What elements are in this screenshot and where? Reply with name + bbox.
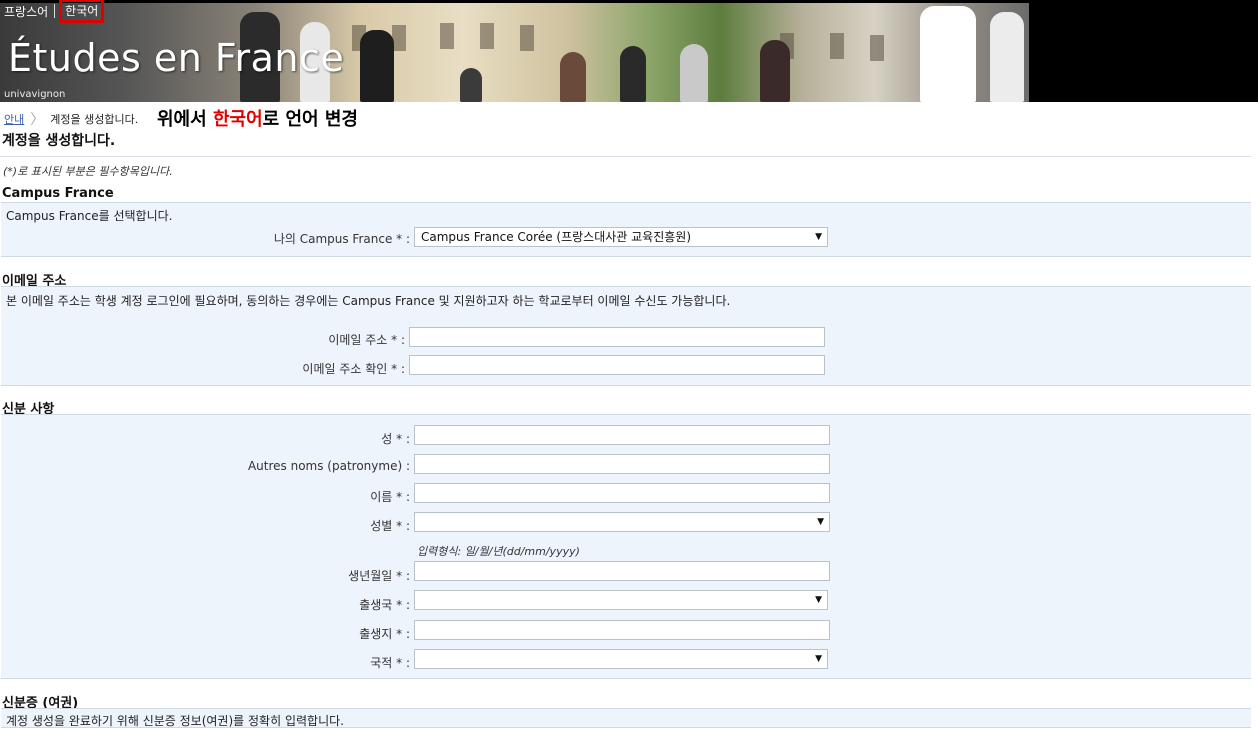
nationality-select[interactable]: ▼ (414, 649, 828, 669)
caret-down-icon: ▼ (815, 595, 822, 605)
chevron-right-icon: 〉 (30, 112, 45, 128)
surname-input[interactable] (414, 425, 830, 445)
campus-select-value: Campus France Corée (프랑스대사관 교육진흥원) (421, 230, 692, 244)
nationality-label: 국적 * : (370, 656, 410, 670)
instruction-annotation: 위에서 한국어로 언어 변경 (157, 105, 358, 131)
annotation-text-before: 위에서 (157, 109, 213, 130)
breadcrumb: 안내 〉 계정을 생성합니다. (4, 109, 138, 129)
identity-panel: 성 * : Autres noms (patronyme) : 이름 * : 성… (1, 414, 1251, 679)
required-note: (*)로 표시된 부분은 필수항목입니다. (3, 165, 173, 178)
banner-decor (460, 68, 482, 102)
caret-down-icon: ▼ (815, 232, 822, 242)
other-names-label: Autres noms (patronyme) : (247, 459, 410, 473)
banner-decor (480, 23, 494, 49)
annotation-highlight: 한국어 (212, 109, 263, 130)
birth-country-select[interactable]: ▼ (414, 590, 828, 610)
banner-decor (920, 6, 976, 102)
language-bar: 프랑스어 한국어 (0, 0, 105, 23)
campus-label: 나의 Campus France * : (273, 232, 410, 246)
caret-down-icon: ▼ (817, 517, 824, 527)
lang-separator (54, 4, 56, 18)
campus-panel: Campus France를 선택합니다. 나의 Campus France *… (1, 202, 1251, 257)
email-desc: 본 이메일 주소는 학생 계정 로그인에 필요하며, 동의하는 경우에는 Cam… (6, 294, 731, 308)
banner-decor (392, 25, 406, 51)
gender-select[interactable]: ▼ (414, 512, 830, 532)
section-title-campus: Campus France (2, 186, 114, 201)
banner-decor (520, 25, 534, 51)
passport-desc: 계정 생성을 완료하기 위해 신분증 정보(여권)를 정확히 입력합니다. (6, 714, 344, 728)
firstname-input[interactable] (414, 483, 830, 503)
annotation-text-after: 로 언어 변경 (262, 109, 358, 130)
banner-decor (990, 12, 1024, 102)
banner-decor (870, 35, 884, 61)
firstname-label: 이름 * : (370, 490, 410, 504)
banner-decor (620, 46, 646, 102)
passport-panel: 계정 생성을 완료하기 위해 신분증 정보(여권)를 정확히 입력합니다. (1, 708, 1251, 728)
birth-country-label: 출생국 * : (359, 598, 410, 612)
banner-decor (560, 52, 586, 102)
site-title: Études en France (8, 36, 345, 80)
lang-korean-link[interactable]: 한국어 (59, 0, 105, 23)
surname-label: 성 * : (381, 432, 410, 446)
birthdate-input[interactable] (414, 561, 830, 581)
banner-decor (440, 23, 454, 49)
breadcrumb-current: 계정을 생성합니다. (50, 113, 139, 126)
email-confirm-label: 이메일 주소 확인 * : (302, 362, 405, 376)
page-title: 계정을 생성합니다. (2, 133, 116, 149)
lang-french-link[interactable]: 프랑스어 (0, 1, 52, 22)
email-input[interactable] (409, 327, 825, 347)
site-subtitle: univavignon (4, 89, 66, 100)
caret-down-icon: ▼ (815, 654, 822, 664)
breadcrumb-home-link[interactable]: 안내 (4, 111, 24, 127)
birthdate-label: 생년월일 * : (348, 569, 410, 583)
campus-select[interactable]: Campus France Corée (프랑스대사관 교육진흥원) ▼ (414, 227, 828, 247)
banner-decor (760, 40, 790, 102)
divider (0, 156, 1251, 157)
banner-decor (830, 33, 844, 59)
gender-label: 성별 * : (370, 519, 410, 533)
email-label: 이메일 주소 * : (328, 333, 405, 347)
birth-place-label: 출생지 * : (359, 627, 410, 641)
birth-place-input[interactable] (414, 620, 830, 640)
email-confirm-input[interactable] (409, 355, 825, 375)
other-names-input[interactable] (414, 454, 830, 474)
banner-decor (680, 44, 708, 102)
header-banner: 프랑스어 한국어 Études en France univavignon (0, 0, 1258, 102)
email-panel: 본 이메일 주소는 학생 계정 로그인에 필요하며, 동의하는 경우에는 Cam… (1, 286, 1251, 386)
campus-desc: Campus France를 선택합니다. (6, 209, 173, 223)
banner-decor (360, 30, 394, 102)
date-format-hint: 입력형식: 일/월/년(dd/mm/yyyy) (417, 545, 580, 558)
